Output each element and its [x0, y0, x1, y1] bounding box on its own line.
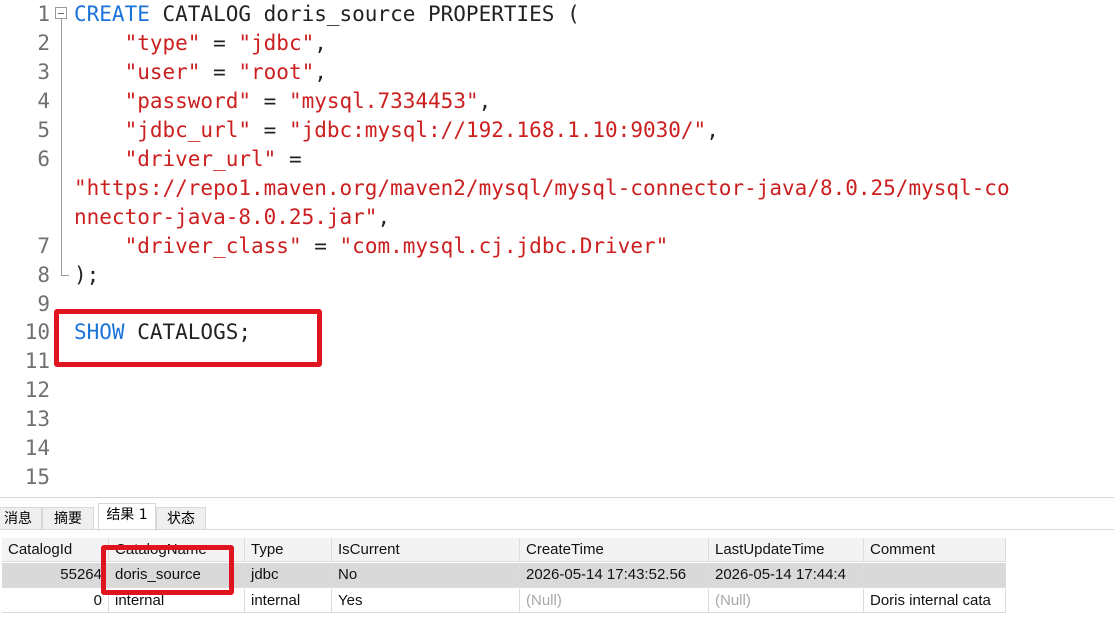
fold-guide-end	[61, 275, 69, 276]
table-cell[interactable]: 55264	[2, 563, 109, 588]
code-text: ,	[314, 30, 327, 55]
line-number: 13	[24, 407, 50, 432]
table-cell[interactable]: 0	[2, 589, 109, 613]
string-literal: "https://repo1.maven.org/maven2/mysql/my…	[74, 175, 1010, 200]
code-text: CATALOG doris_source PROPERTIES (	[149, 2, 580, 26]
code-line: "type" = "jdbc",	[74, 29, 327, 58]
tabbar-divider	[0, 529, 1114, 530]
string-literal: "jdbc"	[238, 30, 315, 55]
string-literal: "mysql.7334453"	[288, 88, 479, 113]
line-number: 5	[37, 117, 50, 142]
line-number: 4	[37, 88, 50, 113]
table-cell[interactable]: (Null)	[520, 589, 709, 613]
line-number: 10	[24, 320, 50, 345]
sql-editor[interactable]: 1 2 3 4 5 6 7 8 9 10 11 12 13 14 15 CREATE CATALOG dor…	[0, 0, 1114, 497]
code-line: nnector-java-8.0.25.jar",	[74, 203, 390, 232]
table-cell[interactable]	[864, 563, 1006, 588]
line-number: 7	[37, 233, 50, 258]
table-cell[interactable]: 2026-05-14 17:43:52.56	[520, 563, 709, 588]
sql-keyword: CREATE	[74, 2, 150, 26]
line-number: 3	[37, 59, 50, 84]
code-line: CREATE CATALOG doris_source PROPERTIES (	[74, 0, 580, 29]
string-literal: "password"	[124, 88, 252, 113]
tab-result-1[interactable]: 结果 1	[98, 503, 156, 531]
table-cell[interactable]: 2026-05-14 17:44:4	[709, 563, 864, 588]
string-literal: "driver_url"	[124, 146, 277, 171]
code-text: ,	[377, 204, 391, 229]
highlight-box-show-catalogs	[54, 309, 322, 367]
line-number: 11	[24, 349, 50, 374]
tab-summary[interactable]: 摘要	[42, 507, 94, 530]
column-header-comment[interactable]: Comment	[864, 538, 1006, 562]
table-cell[interactable]: Yes	[332, 589, 520, 613]
line-number: 6	[37, 146, 50, 171]
tab-messages[interactable]: 消息	[0, 507, 42, 530]
string-literal: "driver_class"	[124, 233, 302, 258]
string-literal: "type"	[124, 30, 201, 55]
code-text: ,	[478, 88, 492, 113]
line-number: 2	[37, 30, 50, 55]
string-literal: "jdbc_url"	[124, 117, 252, 142]
line-number-gutter: 1 2 3 4 5 6 7 8 9 10 11 12 13 14 15	[0, 0, 56, 497]
string-literal: "com.mysql.cj.jdbc.Driver"	[339, 233, 669, 258]
highlight-box-doris-source	[101, 545, 234, 595]
string-literal: "root"	[238, 59, 315, 84]
code-text: ,	[706, 117, 719, 142]
line-number: 12	[24, 378, 50, 403]
column-header-createtime[interactable]: CreateTime	[520, 538, 709, 562]
fold-toggle-icon[interactable]	[55, 7, 67, 19]
code-line: "driver_url" =	[74, 145, 302, 174]
column-header-type[interactable]: Type	[245, 538, 332, 562]
code-text: =	[251, 117, 289, 142]
line-number: 9	[37, 291, 50, 316]
code-text: =	[276, 146, 302, 171]
column-header-lastupdatetime[interactable]: LastUpdateTime	[709, 538, 864, 562]
string-literal: "jdbc:mysql://192.168.1.10:9030/"	[288, 117, 707, 142]
line-number: 8	[37, 262, 50, 287]
string-literal: nnector-java-8.0.25.jar"	[74, 204, 378, 229]
code-line: "https://repo1.maven.org/maven2/mysql/my…	[74, 174, 1010, 203]
table-cell[interactable]: jdbc	[245, 563, 332, 588]
code-line: );	[74, 261, 99, 290]
string-literal: "user"	[124, 59, 201, 84]
code-line: "password" = "mysql.7334453",	[74, 87, 492, 116]
column-header-catalogid[interactable]: CatalogId	[2, 538, 109, 562]
line-number: 14	[24, 436, 50, 461]
column-header-iscurrent[interactable]: IsCurrent	[332, 538, 520, 562]
code-text: =	[200, 59, 239, 84]
table-cell[interactable]: No	[332, 563, 520, 588]
table-cell[interactable]: (Null)	[709, 589, 864, 613]
code-text: );	[74, 262, 100, 287]
table-cell[interactable]: Doris internal cata	[864, 589, 1006, 613]
fold-guide	[61, 19, 62, 275]
code-line: "user" = "root",	[74, 58, 327, 87]
tab-status[interactable]: 状态	[156, 507, 206, 530]
code-text: =	[301, 233, 340, 258]
code-line: "driver_class" = "com.mysql.cj.jdbc.Driv…	[74, 232, 669, 261]
line-number: 1	[37, 2, 50, 26]
table-cell[interactable]: internal	[245, 589, 332, 613]
code-line: "jdbc_url" = "jdbc:mysql://192.168.1.10:…	[74, 116, 719, 145]
code-text: =	[251, 88, 289, 113]
result-panel: 消息 摘要 结果 1 状态 CatalogId CatalogName Type Is…	[0, 497, 1114, 631]
code-text: ,	[314, 59, 327, 84]
line-number: 15	[24, 465, 50, 490]
code-text: =	[200, 30, 239, 55]
result-tabbar: 消息 摘要 结果 1 状态	[0, 498, 1114, 532]
